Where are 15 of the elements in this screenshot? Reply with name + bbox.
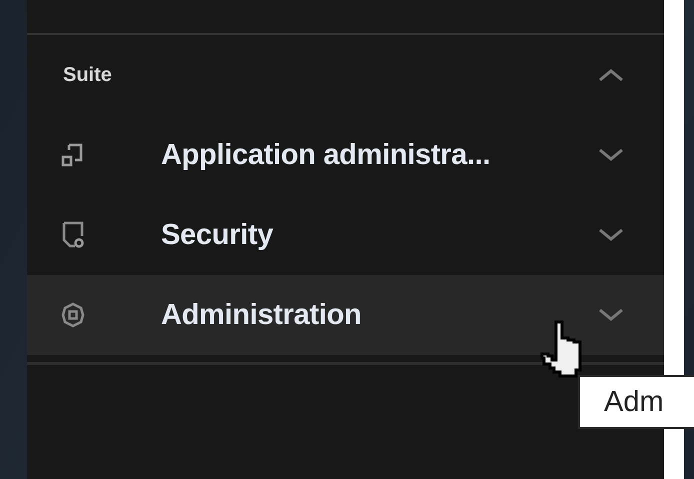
chevron-down-icon[interactable]	[598, 308, 624, 322]
nav-item[interactable]: Application administra...	[27, 115, 664, 195]
nav-item-label: Administration	[161, 298, 362, 332]
nav-item[interactable]: Security	[27, 195, 664, 275]
nav-item-label: Application administra...	[161, 138, 492, 172]
tooltip-text: Adm	[604, 386, 664, 418]
chevron-down-icon[interactable]	[598, 228, 624, 242]
chevron-down-icon[interactable]	[598, 148, 624, 162]
nav-item-label: Security	[161, 218, 274, 252]
shield-gear-icon	[61, 221, 85, 249]
nav-item[interactable]: Administration	[27, 275, 664, 355]
app-window-icon	[61, 143, 83, 167]
settings-icon	[61, 302, 85, 328]
chevron-up-icon[interactable]	[598, 68, 624, 82]
section-title: Suite	[63, 64, 112, 86]
